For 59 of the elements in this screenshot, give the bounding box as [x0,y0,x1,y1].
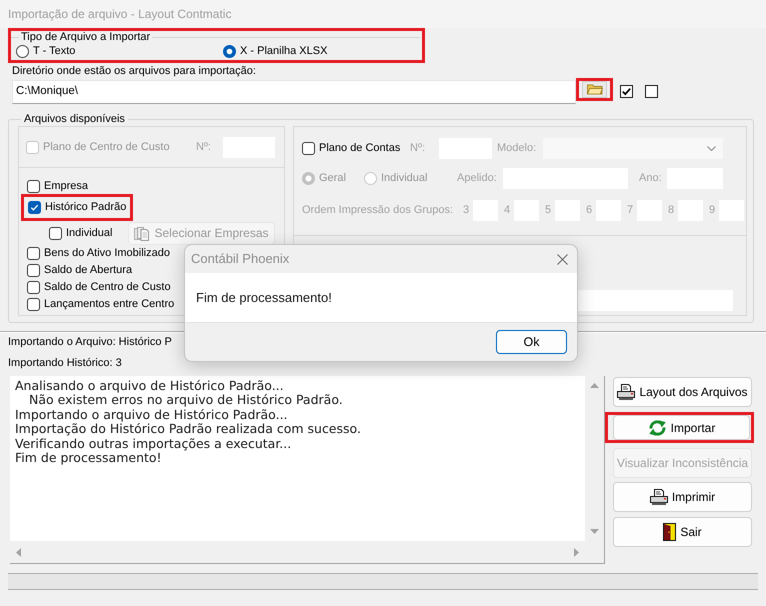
field-label: Ano: [639,171,663,186]
scroll-up-icon[interactable] [590,383,599,388]
group-number: 5 [545,203,552,218]
checkbox-option[interactable]: Saldo de Centro de Custo [27,279,171,296]
group-number: 4 [504,203,512,218]
door-icon [663,523,676,541]
log-line: Importação do Histórico Padrão realizada com sucesso. [15,422,361,437]
close-icon[interactable] [557,254,568,264]
folder-icon [586,84,602,95]
action-button[interactable]: Sair [613,517,752,547]
checkbox-option[interactable]: Lançamentos entre Centro [27,296,174,313]
checkbox-option[interactable]: Plano de Contas [302,140,410,157]
printer-icon [617,384,636,400]
checkbox-option[interactable]: Bens do Ativo Imobilizado [27,245,170,262]
log-line: Analisando o arquivo de Histórico Padrão... [15,379,284,394]
group-number: 8 [668,203,676,218]
scroll-left-icon[interactable] [16,548,21,556]
documents-icon [134,226,150,240]
field-label: Nº: [410,141,426,156]
action-button[interactable]: Importar [613,415,750,440]
group-number: 3 [463,203,470,218]
folder-button[interactable] [582,81,607,98]
field-label: Modelo: [497,141,538,156]
dialog-message: Fim de processamento! [196,288,332,307]
group-number: 7 [627,203,634,218]
chevron-icon [707,146,716,151]
scroll-down-icon[interactable] [590,529,599,534]
group-legend: Arquivos disponíveis [21,113,128,126]
checkbox-option[interactable]: Histórico Padrão [28,199,126,216]
checkbox-option[interactable]: Individual [49,224,128,242]
scroll-right-icon[interactable] [574,548,579,556]
field-label: Diretório onde estão os arquivos para importação: [12,64,256,78]
ok-button[interactable]: Ok [496,330,567,354]
field-label: Nº: [196,140,211,155]
group-legend: Tipo de Arquivo a Importar [19,31,152,44]
window-title: Importação de arquivo - Layout Contmatic [8,6,232,23]
printer-icon [650,489,668,505]
radio-option[interactable]: T - Texto [16,42,223,60]
radio-option[interactable]: X - Planilha XLSX [223,42,328,60]
log-line: Não existem erros no arquivo de Histórico Padrão. [28,393,343,408]
dialog-title: Contábil Phoenix [191,250,290,268]
status-text: Importando o Arquivo: Histórico P [8,335,172,349]
field-label: Apelido: [457,171,498,186]
checkbox-option[interactable]: Empresa [27,178,88,194]
text-field[interactable] [578,290,733,311]
path-field[interactable]: C:\Monique\ [12,80,576,104]
refresh-icon [648,420,667,436]
checkbox[interactable] [645,85,658,98]
log-line: Importando o arquivo de Histórico Padrão... [15,408,288,422]
status-text: Importando Histórico: 3 [8,356,122,370]
group-number: 6 [586,203,594,218]
log-line: Verificando outras importações a executar... [15,436,292,452]
action-button[interactable]: Imprimir [613,482,752,512]
group-number: 9 [709,203,716,218]
action-button[interactable]: Layout dos Arquivos [613,377,752,407]
checkbox-option[interactable]: Saldo de Abertura [27,262,132,279]
field-label: Ordem Impressão dos Grupos: [302,203,454,218]
log-line: Fim de processamento! [15,451,162,466]
checkbox[interactable] [620,85,633,98]
